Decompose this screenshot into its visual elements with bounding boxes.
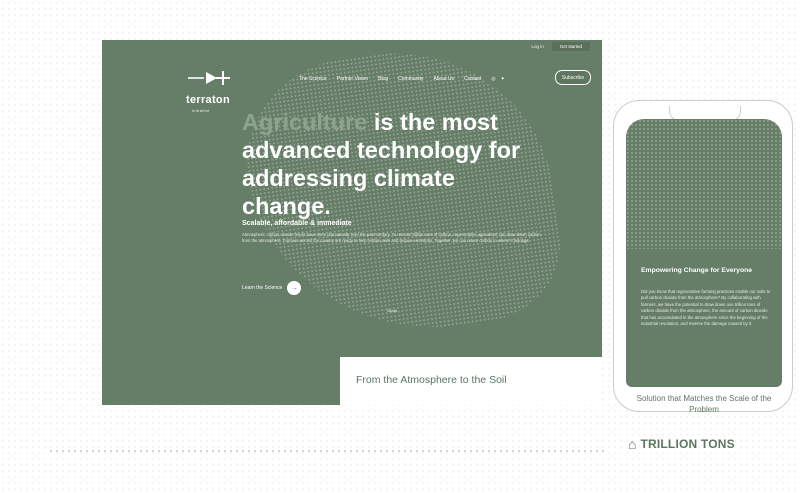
phone-footer-title: Solution that Matches the Scale of the P… [636, 394, 772, 414]
headline-highlight: Agriculture [242, 109, 368, 135]
tree-icon: ⌂ [628, 436, 637, 452]
hero-body: Atmospheric carbon dioxide levels have r… [242, 232, 541, 244]
get-started-button[interactable]: Get started [551, 41, 590, 51]
nav-item-blog[interactable]: Blog [378, 76, 388, 82]
section-title: From the Atmosphere to the Soil [356, 374, 507, 386]
brand-lockup: ⌂ TRILLION TONS [628, 436, 735, 452]
scroll-indicator[interactable]: Scroll [387, 308, 397, 313]
hero-subhead: Scalable, affordable & immediate [242, 220, 352, 227]
learn-science-link[interactable]: Learn the Science → [242, 281, 302, 295]
subscribe-button[interactable]: Subscribe [555, 70, 591, 85]
nav-item-partner[interactable]: Partner Vision [337, 76, 368, 82]
desktop-mockup: Log in Get started terraton initiative T… [102, 40, 602, 405]
main-nav: The Science Partner Vision Blog Communit… [299, 76, 505, 82]
phone-dotted-pattern [626, 119, 782, 249]
nav-item-contact[interactable]: Contact [464, 76, 481, 82]
social-links: ◎ ✦ [491, 76, 505, 82]
twitter-icon[interactable]: ✦ [501, 76, 505, 82]
arrow-right-icon[interactable]: → [287, 281, 302, 295]
phone-mockup: Empowering Change for Everyone Did you k… [613, 100, 793, 414]
nav-item-science[interactable]: The Science [299, 76, 327, 82]
hero-headline: Agriculture is the most advanced technol… [242, 108, 532, 220]
section-card: From the Atmosphere to the Soil [340, 357, 602, 405]
nav-item-community[interactable]: Community [398, 76, 423, 82]
phone-heading: Empowering Change for Everyone [641, 267, 753, 274]
phone-body: Did you know that regenerative farming p… [641, 289, 771, 327]
login-link[interactable]: Log in [531, 44, 543, 49]
phone-screen: Empowering Change for Everyone Did you k… [626, 119, 782, 387]
instagram-icon[interactable]: ◎ [491, 76, 495, 82]
nav-item-about[interactable]: About Us [433, 76, 454, 82]
brand-wordmark: TRILLION TONS [640, 437, 735, 451]
learn-label: Learn the Science [242, 285, 283, 291]
logo-wordmark: terraton [186, 94, 230, 106]
logo-subtitle: initiative [192, 109, 210, 113]
decorative-dots [48, 448, 608, 454]
top-bar: Log in Get started [531, 40, 590, 52]
